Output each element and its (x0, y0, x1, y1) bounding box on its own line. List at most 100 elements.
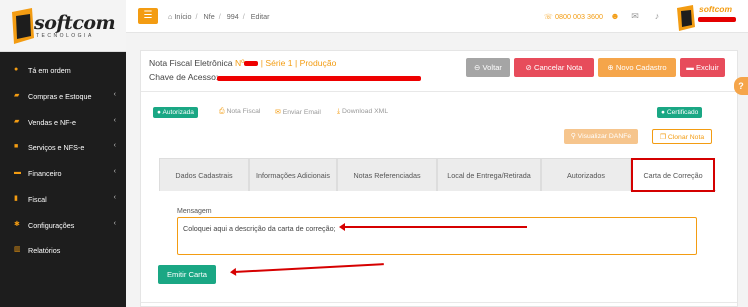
tab-bar: Dados Cadastrais Informações Adicionais … (159, 158, 716, 192)
sidebar-item-configuracoes[interactable]: ✱ Configurações ‹ (0, 215, 126, 235)
status-text: Certificado (666, 109, 699, 116)
sidebar-item-label: Configurações (28, 221, 75, 230)
print-invoice-link[interactable]: ⎙ Nota Fiscal (219, 108, 260, 116)
clone-invoice-button[interactable]: ❐ Clonar Nota (652, 129, 712, 144)
redacted-access-key (217, 76, 421, 81)
sidebar-item-vendas-e-nfe[interactable]: ▰ Vendas e NF-e ‹ (0, 112, 126, 132)
sidebar-item-label: Relatórios (28, 246, 61, 255)
breadcrumb-item[interactable]: 994 (227, 12, 239, 21)
trash-icon: ▬ (686, 63, 694, 72)
annotation-arrow (339, 223, 527, 231)
users-icon[interactable]: ☻ (610, 11, 620, 21)
bell-icon[interactable]: ♪ (652, 11, 662, 21)
sidebar-item-label: Financeiro (28, 169, 62, 178)
status-text: Autorizada (162, 109, 194, 116)
logo-subtitle: TECNOLOGIA (36, 33, 94, 39)
tab-informacoes-adicionais[interactable]: Informações Adicionais (249, 158, 337, 191)
annotation-arrow (233, 263, 384, 273)
sidebar-item-ta-em-ordem[interactable]: ● Tá em ordem (0, 60, 126, 80)
new-label: Novo Cadastro (615, 63, 667, 72)
action-label: Download XML (342, 108, 389, 115)
tab-carta-de-correcao[interactable]: Carta de Correção (631, 158, 715, 192)
cancel-label: Cancelar Nota (533, 63, 583, 72)
logo-text: softcom (34, 12, 116, 34)
money-icon: ▬ (14, 169, 21, 176)
chevron-left-icon: ‹ (113, 220, 116, 227)
printer-icon: ⎙ (219, 108, 225, 115)
divider (141, 91, 737, 92)
status-badge-authorized: ● Autorizada (153, 107, 198, 118)
plus-icon: ⊕ (607, 63, 614, 72)
cart-icon: ▰ (14, 118, 20, 125)
back-label: Voltar (482, 63, 502, 72)
breadcrumb-item[interactable]: Início (174, 12, 191, 21)
logo[interactable]: softcom TECNOLOGIA (0, 0, 126, 52)
sidebar-item-servicos-e-nfse[interactable]: ■ Serviços e NFS-e ‹ (0, 137, 126, 157)
tab-label: Dados Cadastrais (175, 170, 233, 180)
tab-dados-cadastrais[interactable]: Dados Cadastrais (159, 158, 249, 191)
cart-icon: ▰ (14, 92, 20, 99)
clone-label: Clonar Nota (667, 134, 705, 141)
cancel-invoice-button[interactable]: ⊘ Cancelar Nota (514, 58, 594, 77)
breadcrumb-item[interactable]: Nfe (204, 12, 215, 21)
back-icon: ⊖ (474, 63, 481, 72)
back-button[interactable]: ⊖ Voltar (466, 58, 510, 77)
tab-local-entrega[interactable]: Local de Entrega/Retirada (437, 158, 541, 191)
redacted-user-name (698, 17, 736, 22)
sidebar-item-fiscal[interactable]: ▮ Fiscal ‹ (0, 189, 126, 209)
chevron-left-icon: ‹ (113, 142, 116, 149)
support-phone[interactable]: ☏ 0800 003 3600 (544, 12, 603, 21)
tab-label: Autorizados (567, 170, 605, 180)
sidebar-item-financeiro[interactable]: ▬ Financeiro ‹ (0, 163, 126, 183)
help-icon[interactable]: ? (734, 77, 748, 95)
sidebar-item-compras-e-estoque[interactable]: ▰ Compras e Estoque ‹ (0, 86, 126, 106)
ban-icon: ⊘ (525, 63, 532, 72)
delete-button[interactable]: ▬ Excluir (680, 58, 725, 77)
message-value: Coloquei aqui a descrição da carta de co… (183, 224, 336, 233)
brand-text: softcom (699, 4, 733, 14)
chevron-left-icon: ‹ (113, 117, 116, 124)
phone-number: 0800 003 3600 (555, 12, 603, 21)
envelope-icon: ✉ (275, 109, 281, 116)
sidebar-item-label: Serviços e NFS-e (28, 143, 85, 152)
user-avatar[interactable]: softcom (676, 2, 746, 32)
menu-toggle-button[interactable]: ☰ (138, 8, 158, 24)
view-danfe-button[interactable]: ⚲ Visualizar DANFe (564, 129, 638, 144)
sidebar-item-label: Compras e Estoque (28, 92, 92, 101)
gear-icon: ✱ (14, 221, 20, 228)
logo-mark-icon (12, 8, 34, 44)
sidebar-item-label: Vendas e NF-e (28, 118, 76, 127)
emit-letter-button[interactable]: Emitir Carta (158, 265, 216, 284)
breadcrumb-item: Editar (250, 12, 270, 21)
download-xml-link[interactable]: ⤓ Download XML (337, 108, 388, 116)
action-label: Enviar Email (282, 109, 321, 116)
message-textarea[interactable]: Coloquei aqui a descrição da carta de co… (177, 217, 697, 255)
sidebar-item-relatorios[interactable]: ▥ Relatórios (0, 240, 126, 260)
breadcrumb: ⌂ Início / Nfe/ 994/ Editar (168, 12, 270, 21)
copy-icon: ❐ (659, 134, 666, 141)
envelope-icon[interactable]: ✉ (630, 11, 640, 21)
home-icon: ⌂ (168, 12, 173, 21)
status-badge-certificate: ● Certificado (657, 107, 703, 118)
action-label: Nota Fiscal (226, 108, 261, 115)
top-bar: ☰ ⌂ Início / Nfe/ 994/ Editar ☏ 0800 003 … (126, 0, 748, 33)
page-title: Nota Fiscal Eletrônica Nº | Série 1 | Pr… (149, 58, 336, 68)
access-key-label: Chave de Acesso: (149, 72, 219, 82)
tab-autorizados[interactable]: Autorizados (541, 158, 631, 191)
tab-label: Local de Entrega/Retirada (447, 170, 531, 180)
tab-label: Carta de Correção (643, 170, 703, 180)
divider (141, 302, 737, 303)
danfe-label: Visualizar DANFe (577, 133, 632, 140)
chevron-left-icon: ‹ (113, 91, 116, 98)
send-email-link[interactable]: ✉ Enviar Email (275, 108, 321, 116)
chevron-left-icon: ‹ (113, 194, 116, 201)
brand-logo-icon (677, 5, 695, 31)
number-prefix: Nº (234, 58, 245, 68)
main-panel: Nota Fiscal Eletrônica Nº | Série 1 | Pr… (140, 50, 738, 307)
tab-notas-referenciadas[interactable]: Notas Referenciadas (337, 158, 437, 191)
phone-icon: ☏ (544, 12, 553, 21)
chevron-left-icon: ‹ (113, 168, 116, 175)
sidebar-item-label: Tá em ordem (28, 66, 71, 75)
new-record-button[interactable]: ⊕ Novo Cadastro (598, 58, 676, 77)
chart-icon: ▥ (14, 246, 21, 253)
